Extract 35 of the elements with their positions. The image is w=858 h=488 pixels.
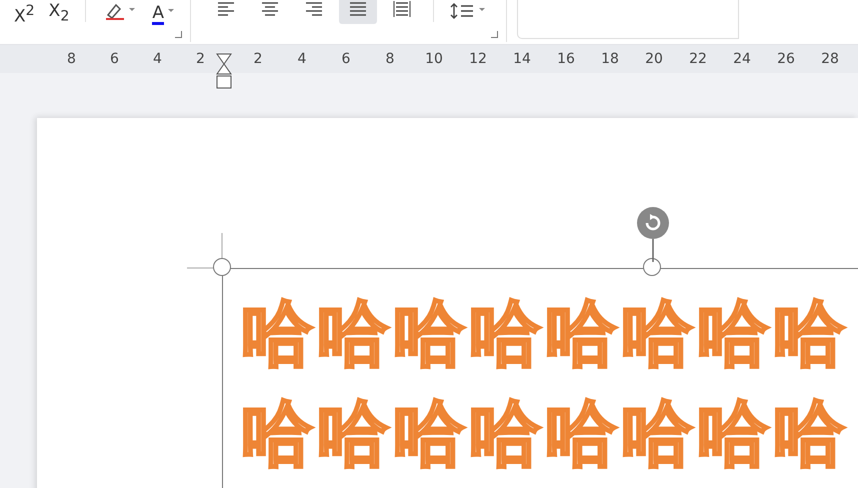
align-icon bbox=[392, 1, 411, 17]
align-icon bbox=[216, 1, 235, 17]
ruler-number: 4 bbox=[296, 51, 308, 67]
ruler-number: 18 bbox=[600, 51, 620, 67]
align-icon bbox=[348, 1, 367, 17]
ruler-number: 12 bbox=[468, 51, 488, 67]
format-button[interactable]: X$_{2}$ bbox=[44, 1, 74, 27]
align-justify-button[interactable] bbox=[338, 0, 377, 24]
ruler-number: 28 bbox=[820, 51, 840, 67]
font-color-button[interactable]: A bbox=[148, 1, 178, 27]
ruler-number: 10 bbox=[424, 51, 444, 67]
rotate-handle-icon[interactable] bbox=[636, 206, 670, 262]
ruler-number: 2 bbox=[195, 51, 206, 67]
outlined-text: 哈哈哈哈哈哈哈哈 bbox=[241, 290, 850, 377]
ruler-number: 8 bbox=[384, 51, 396, 67]
ruler-number: 26 bbox=[776, 51, 796, 67]
ruler-number: 16 bbox=[556, 51, 576, 67]
align-icon bbox=[260, 1, 279, 17]
dialog-launcher-icon[interactable] bbox=[490, 31, 498, 38]
format-button[interactable]: X$^{2}$ bbox=[10, 1, 39, 27]
ruler-number: 4 bbox=[152, 51, 163, 67]
ruler-number: 6 bbox=[109, 51, 120, 67]
outlined-text: 哈哈哈哈哈哈哈哈 bbox=[241, 390, 850, 477]
align-icon bbox=[304, 1, 323, 17]
ruler-number: 6 bbox=[340, 51, 352, 67]
ruler-number: 14 bbox=[512, 51, 532, 67]
resize-handle[interactable] bbox=[213, 258, 231, 276]
ruler-number: 22 bbox=[688, 51, 708, 67]
dialog-launcher-icon[interactable] bbox=[174, 31, 182, 38]
ruler-number: 8 bbox=[66, 51, 77, 67]
resize-handle[interactable] bbox=[643, 258, 661, 276]
caret-icon bbox=[168, 8, 174, 12]
ruler-number: 24 bbox=[732, 51, 752, 67]
ruler-number: 2 bbox=[252, 51, 264, 67]
ruler-number: 20 bbox=[644, 51, 664, 67]
